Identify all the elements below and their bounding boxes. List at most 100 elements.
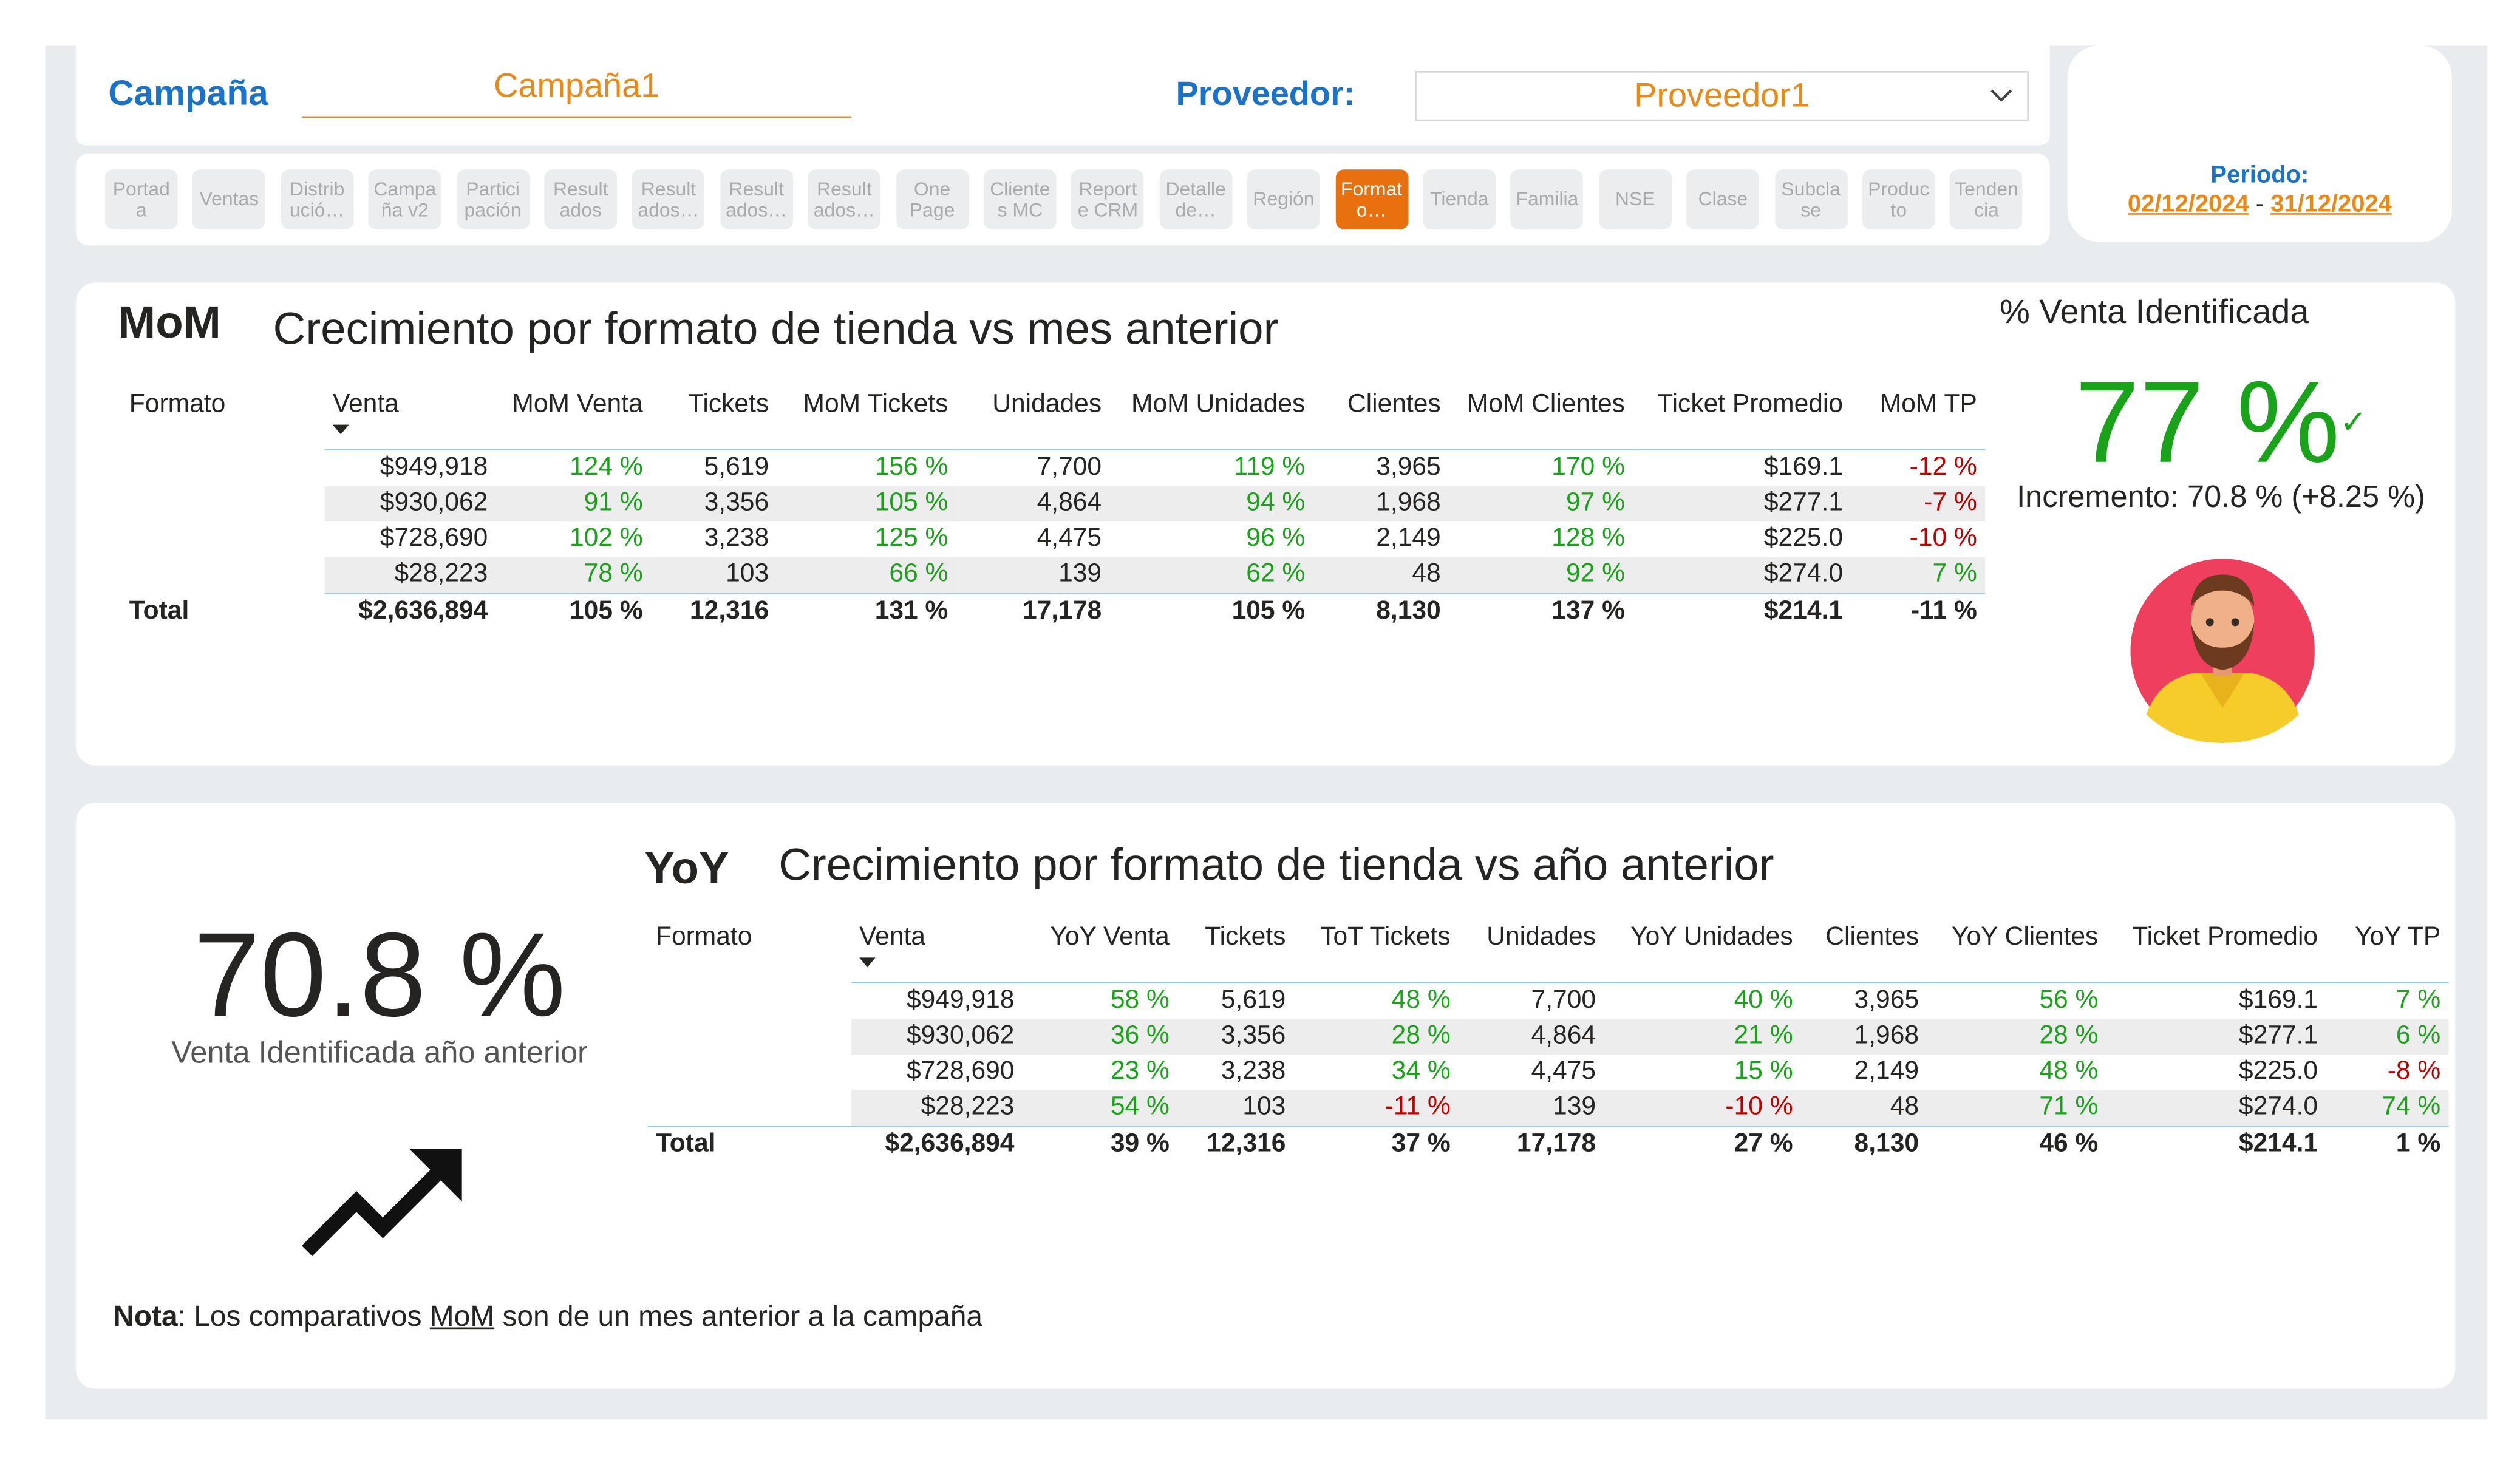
table-cell: $169.1 [2106, 982, 2326, 1019]
total-cell: 8,130 [1313, 593, 1449, 630]
nav-tab-detalle-de[interactable]: Detalle de… [1159, 169, 1233, 229]
mom-col-header[interactable]: MoM Clientes [1449, 391, 1633, 450]
period-start-date[interactable]: 02/12/2024 [2128, 191, 2249, 218]
total-cell: $214.1 [1633, 593, 1851, 630]
table-cell: 139 [956, 557, 1110, 594]
nav-tab-ventas[interactable]: Ventas [192, 169, 266, 229]
table-cell: 74 % [2326, 1090, 2449, 1127]
table-cell: -7 % [1851, 486, 1986, 522]
campaign-filter[interactable]: Campaña1 [302, 64, 851, 118]
table-row[interactable]: $949,918 124 % 5,619 156 % 7,700 119 % 3,965 17… [121, 449, 1986, 486]
mom-col-header[interactable]: Tickets [651, 391, 777, 450]
nav-tab-región[interactable]: Región [1247, 169, 1320, 229]
nav-tab-clase[interactable]: Clase [1686, 169, 1760, 229]
nav-tab-campaña-v2[interactable]: Campa ña v2 [368, 169, 441, 229]
table-cell [121, 557, 325, 594]
provider-dropdown[interactable]: Proveedor1 [1415, 71, 2029, 121]
identified-increment: Incremento: 70.8 % (+8.25 %) [2017, 481, 2425, 515]
chevron-down-icon [1990, 89, 2012, 102]
total-cell: Total [647, 1126, 851, 1163]
mom-col-header[interactable]: Venta [325, 391, 496, 450]
nav-tab-producto[interactable]: Produc to [1862, 169, 1935, 229]
nav-tab-resultados-2[interactable]: Result ados… [632, 169, 705, 229]
table-cell: 4,864 [956, 486, 1110, 522]
yoy-col-header[interactable]: Unidades [1459, 924, 1604, 983]
table-row[interactable]: $930,062 91 % 3,356 105 % 4,864 94 % 1,968 97 %… [121, 486, 1986, 522]
table-cell: 58 % [1022, 982, 1178, 1019]
table-row[interactable]: $728,690 23 % 3,238 34 % 4,475 15 % 2,149 48 % $… [648, 1055, 2449, 1090]
mom-col-header[interactable]: Unidades [956, 391, 1110, 450]
table-cell: $169.1 [1633, 449, 1851, 486]
table-row[interactable]: $949,918 58 % 5,619 48 % 7,700 40 % 3,965 56 % $… [648, 982, 2449, 1019]
table-cell [648, 1019, 851, 1055]
nav-tab-resultados-4[interactable]: Result ados… [808, 169, 881, 229]
yoy-col-header[interactable]: YoY Unidades [1604, 924, 1801, 983]
table-row[interactable]: $930,062 36 % 3,356 28 % 4,864 21 % 1,968 28 % $… [648, 1019, 2449, 1055]
yoy-col-header[interactable]: Ticket Promedio [2106, 924, 2326, 983]
mom-col-header-label: MoM TP [1879, 390, 1977, 418]
mom-col-header-label: Clientes [1347, 390, 1441, 418]
yoy-col-header[interactable]: Clientes [1801, 924, 1927, 983]
table-row[interactable]: $28,223 54 % 103 -11 % 139 -10 % 48 71 % $274.0 7… [648, 1090, 2449, 1127]
mom-col-header[interactable]: MoM Tickets [777, 391, 956, 450]
nav-tab-nse[interactable]: NSE [1598, 169, 1672, 229]
table-cell: 92 % [1449, 557, 1633, 594]
table-cell: 156 % [777, 449, 956, 486]
sort-desc-icon[interactable] [332, 424, 349, 435]
table-cell: 1,968 [1800, 1019, 1927, 1055]
yoy-col-header[interactable]: YoY Venta [1023, 924, 1177, 983]
table-cell: 1,968 [1313, 486, 1449, 522]
mom-col-header-label: MoM Venta [512, 390, 643, 418]
yoy-col-header[interactable]: YoY TP [2326, 924, 2448, 983]
nav-tab-distribución[interactable]: Distrib ució… [281, 169, 353, 229]
nav-tab-formato[interactable]: Format o… [1335, 169, 1408, 229]
table-cell: 139 [1458, 1090, 1604, 1127]
report-page: Campaña Campaña1 Proveedor: Proveedor1 P… [0, 0, 2520, 1453]
nav-tab-reporte-crm[interactable]: Report e CRM [1071, 169, 1145, 229]
mom-col-header[interactable]: Clientes [1313, 391, 1449, 450]
table-cell: $728,690 [906, 1058, 1015, 1085]
mom-col-header[interactable]: MoM Venta [496, 391, 651, 450]
nav-tab-clientes-mc[interactable]: Cliente s MC [983, 169, 1057, 229]
nav-tab-one-page[interactable]: One Page [896, 169, 969, 229]
table-cell [121, 486, 325, 522]
nav-tab-portada[interactable]: Portad a [104, 169, 178, 229]
footnote-text-pre: : Los comparativos [177, 1300, 430, 1333]
table-total-row: Total $2,636,894 105 % 12,316 131 % 17,178 105… [121, 593, 1986, 630]
nav-tab-resultados[interactable]: Result ados [544, 169, 618, 229]
yoy-col-header[interactable]: Venta [851, 924, 1023, 983]
mom-col-header[interactable]: MoM TP [1851, 391, 1985, 450]
yoy-col-header[interactable]: Tickets [1177, 924, 1294, 983]
footnote-label: Nota [113, 1300, 178, 1333]
table-cell: 56 % [1927, 982, 2106, 1019]
nav-tab-tienda[interactable]: Tienda [1423, 169, 1496, 229]
yoy-col-header[interactable]: YoY Clientes [1927, 924, 2106, 983]
table-cell: 78 % [495, 557, 651, 594]
nav-tab-resultados-3[interactable]: Result ados… [720, 169, 793, 229]
period-end-date[interactable]: 31/12/2024 [2270, 191, 2392, 218]
table-cell: 125 % [874, 525, 948, 552]
mom-col-header[interactable]: Formato [121, 391, 325, 450]
nav-tab-subclase[interactable]: Subcla se [1774, 169, 1847, 229]
yoy-col-header[interactable]: Formato [648, 924, 851, 983]
total-cell: $214.1 [2106, 1126, 2326, 1163]
nav-tab-label: Tienda [1430, 187, 1489, 210]
sort-desc-icon[interactable] [859, 957, 876, 968]
nav-tab-familia[interactable]: Familia [1511, 169, 1584, 229]
table-cell: $274.0 [2106, 1090, 2326, 1127]
table-cell: 7 % [2326, 982, 2449, 1019]
mom-col-header[interactable]: MoM Unidades [1109, 391, 1313, 450]
table-cell: 4,475 [1531, 1058, 1596, 1085]
yoy-col-header[interactable]: ToT Tickets [1294, 924, 1459, 983]
yoy-col-header-label: Clientes [1825, 923, 1919, 951]
table-cell: 124 % [495, 449, 651, 486]
mom-col-header[interactable]: Ticket Promedio [1633, 391, 1851, 450]
table-row[interactable]: $28,223 78 % 103 66 % 139 62 % 48 92 % $274.0 7 % [121, 557, 1986, 594]
table-cell: 71 % [1927, 1090, 2106, 1127]
table-row[interactable]: $728,690 102 % 3,238 125 % 4,475 96 % 2,149 128… [121, 521, 1986, 557]
nav-tab-tendencia[interactable]: Tenden cia [1950, 169, 2023, 229]
total-cell: 105 % [495, 593, 651, 630]
nav-tab-participación[interactable]: Partici pación [456, 169, 530, 229]
table-cell: 48 [1313, 557, 1449, 594]
table-cell: 3,238 [1221, 1058, 1286, 1085]
